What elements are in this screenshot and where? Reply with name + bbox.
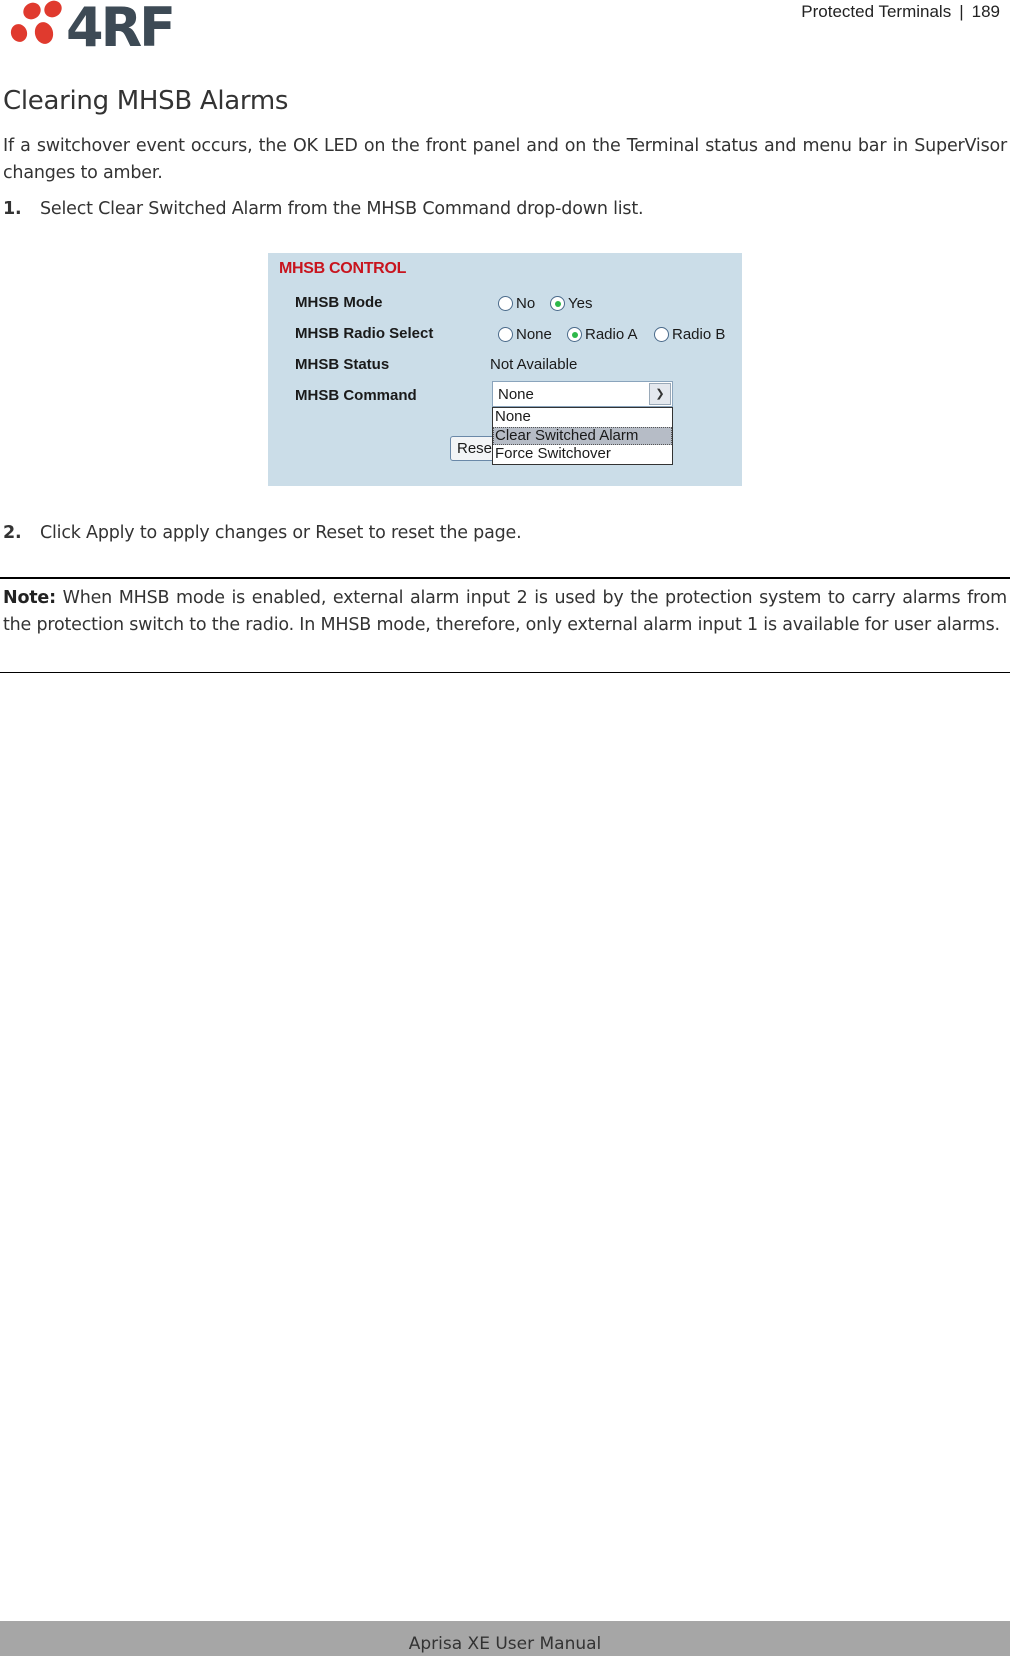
intro-paragraph: If a switchover event occurs, the OK LED… bbox=[3, 136, 1007, 183]
mhsb-command-dropdown: None Clear Switched Alarm Force Switchov… bbox=[492, 407, 673, 465]
radio-checked-icon[interactable] bbox=[550, 296, 565, 311]
mhsb-radio-select-label: MHSB Radio Select bbox=[295, 325, 434, 342]
step-text: Select Clear Switched Alarm from the MHS… bbox=[40, 199, 644, 219]
logo-dots-icon bbox=[10, 0, 62, 44]
mhsb-control-panel: MHSB CONTROL MHSB Mode No Yes MHSB Radio… bbox=[268, 253, 742, 486]
step-1: 1. Select Clear Switched Alarm from the M… bbox=[3, 199, 644, 219]
mhsb-status-value: Not Available bbox=[490, 356, 578, 373]
radio-label: None bbox=[516, 326, 552, 343]
header-separator: | bbox=[959, 2, 964, 21]
note-label: Note: bbox=[3, 588, 56, 608]
header-section: Protected Terminals bbox=[801, 2, 952, 21]
page-title: Clearing MHSB Alarms bbox=[3, 86, 289, 116]
mode-option-no[interactable]: No bbox=[498, 295, 535, 312]
logo-text: 4RF bbox=[66, 0, 173, 50]
step-number: 1. bbox=[3, 199, 22, 219]
mhsb-command-select[interactable]: None ❯ bbox=[492, 381, 673, 407]
radio-checked-icon[interactable] bbox=[567, 327, 582, 342]
4rf-logo: 4RF bbox=[10, 0, 176, 50]
note-text: When MHSB mode is enabled, external alar… bbox=[3, 588, 1007, 635]
panel-title: MHSB CONTROL bbox=[279, 260, 407, 277]
dropdown-option-none[interactable]: None bbox=[493, 408, 672, 427]
radio-select-option-radio-a[interactable]: Radio A bbox=[567, 326, 638, 343]
radio-label: Radio B bbox=[672, 326, 726, 343]
mhsb-mode-label: MHSB Mode bbox=[295, 294, 383, 311]
chevron-down-icon[interactable]: ❯ bbox=[649, 383, 671, 405]
step-number: 2. bbox=[3, 523, 22, 543]
radio-label: Yes bbox=[568, 295, 593, 312]
note-box: Note: When MHSB mode is enabled, externa… bbox=[3, 585, 1007, 639]
mode-option-yes[interactable]: Yes bbox=[550, 295, 592, 312]
mhsb-status-label: MHSB Status bbox=[295, 356, 390, 373]
page-footer: Aprisa XE User Manual bbox=[0, 1621, 1010, 1656]
select-value: None bbox=[498, 386, 534, 403]
radio-label: No bbox=[516, 295, 536, 312]
radio-unchecked-icon[interactable] bbox=[498, 327, 513, 342]
dropdown-option-clear-switched-alarm[interactable]: Clear Switched Alarm bbox=[493, 426, 672, 445]
radio-unchecked-icon[interactable] bbox=[654, 327, 669, 342]
radio-label: Radio A bbox=[585, 326, 638, 343]
note-bottom-rule bbox=[0, 672, 1010, 673]
note-top-rule bbox=[0, 577, 1010, 579]
page-number: 189 bbox=[971, 2, 1000, 21]
step-text: Click Apply to apply changes or Reset to… bbox=[40, 523, 522, 543]
radio-select-option-radio-b[interactable]: Radio B bbox=[654, 326, 725, 343]
mhsb-command-label: MHSB Command bbox=[295, 387, 417, 404]
radio-unchecked-icon[interactable] bbox=[498, 296, 513, 311]
running-header: Protected Terminals | 189 bbox=[801, 2, 1000, 22]
dropdown-option-force-switchover[interactable]: Force Switchover bbox=[493, 445, 672, 464]
step-2: 2. Click Apply to apply changes or Reset … bbox=[3, 523, 522, 543]
radio-select-option-none[interactable]: None bbox=[498, 326, 552, 343]
